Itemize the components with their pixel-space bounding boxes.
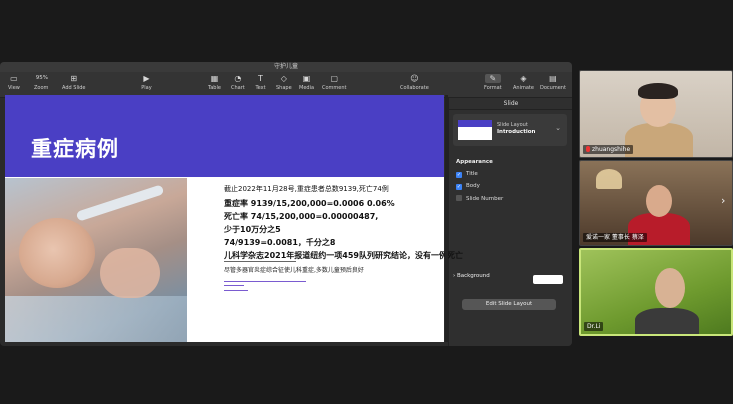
- window-title: 守护儿童: [0, 62, 572, 72]
- screen: 守护儿童 ▭ View 95% Zoom ⊞ Add Slide ▶ Play …: [0, 0, 733, 404]
- slide-layout-value: Introduction: [497, 129, 536, 135]
- fine-print-line: [224, 261, 296, 262]
- chevron-right-icon: ›: [453, 273, 456, 279]
- zoom-value: 95%: [35, 75, 48, 81]
- body-checkbox[interactable]: ✓ Body: [456, 183, 480, 190]
- checkmark-icon: ✓: [456, 172, 462, 178]
- chevron-down-icon: ⌄: [555, 124, 561, 132]
- appearance-heading: Appearance: [456, 159, 493, 165]
- slide-text-line: 少于10万分之5: [224, 225, 281, 234]
- zoom-control[interactable]: 95% Zoom: [34, 74, 48, 91]
- participant-video-1[interactable]: zhuangshihe: [579, 70, 733, 158]
- shape-icon: ◇: [280, 74, 287, 83]
- inspector-panel: Slide Slide Layout Introduction ⌄ Appear…: [448, 98, 572, 346]
- slide-canvas[interactable]: 重症病例 截止2022年11月28号,重症患者总数9139,死亡74例 重症率 …: [5, 95, 463, 342]
- add-slide-icon: ⊞: [70, 74, 78, 83]
- chart-icon: ◔: [234, 74, 242, 83]
- lamp: [596, 169, 622, 189]
- format-button[interactable]: ✎ Format: [484, 74, 502, 91]
- slide-layout-label: Slide Layout: [497, 122, 528, 128]
- title-checkbox[interactable]: ✓ Title: [456, 171, 478, 178]
- slide-text-line: 74/9139=0.0081，千分之8: [224, 238, 336, 247]
- chevron-right-icon[interactable]: ›: [721, 194, 725, 207]
- media-button[interactable]: ▣ Media: [299, 74, 314, 91]
- slide-number-checkbox[interactable]: Slide Number: [456, 195, 503, 202]
- slide-title[interactable]: 重症病例: [31, 133, 119, 163]
- shape-button[interactable]: ◇ Shape: [276, 74, 292, 91]
- canvas-scrollbar[interactable]: [445, 95, 448, 342]
- slide-layout-picker[interactable]: Slide Layout Introduction ⌄: [453, 114, 567, 146]
- add-slide-button[interactable]: ⊞ Add Slide: [62, 74, 85, 91]
- microphone-muted-icon: [586, 146, 590, 152]
- animate-icon: ◈: [520, 74, 527, 83]
- sidebar-icon: ▭: [10, 74, 18, 83]
- text-button[interactable]: T Text: [255, 74, 266, 91]
- slide-text-line: 尽管多器官炎症综合征使儿科重症,多数儿童预后良好: [224, 267, 364, 274]
- document-icon: ▤: [549, 74, 557, 83]
- slide-text-line: 死亡率 74/15,200,000=0.00000487,: [224, 212, 379, 221]
- text-icon: T: [258, 74, 263, 83]
- animate-button[interactable]: ◈ Animate: [513, 74, 534, 91]
- participant-video-2[interactable]: 爱诺一家 董事长 蔡泽: [579, 160, 733, 246]
- slide-text-line: 儿科学杂志2021年报道纽约一项459队列研究结论，没有一例死亡: [224, 251, 463, 260]
- document-button[interactable]: ▤ Document: [540, 74, 566, 91]
- media-icon: ▣: [302, 74, 311, 83]
- participant-name-label: Dr.Li: [584, 322, 604, 331]
- participant-name-label: zhuangshihe: [583, 145, 634, 154]
- collaborate-button[interactable]: ☺ Collaborate: [400, 74, 429, 91]
- play-button[interactable]: ▶ Play: [141, 74, 152, 91]
- slide-text-line: 截止2022年11月28号,重症患者总数9139,死亡74例: [224, 185, 389, 193]
- comment-button[interactable]: ▢ Comment: [322, 74, 347, 91]
- reference-link-line: [224, 281, 306, 282]
- edit-slide-layout-button[interactable]: Edit Slide Layout: [462, 299, 556, 310]
- collaborate-icon: ☺: [410, 74, 419, 83]
- layout-thumbnail: [458, 120, 492, 140]
- paintbrush-icon: ✎: [484, 74, 501, 83]
- background-color-well[interactable]: [533, 275, 563, 284]
- table-button[interactable]: ▦ Table: [208, 74, 221, 91]
- reference-link-line: [224, 285, 244, 286]
- table-icon: ▦: [210, 74, 219, 83]
- checkmark-icon: ✓: [456, 184, 462, 190]
- play-icon: ▶: [143, 74, 150, 83]
- reference-link-line: [224, 290, 248, 291]
- checkbox-empty-icon: [456, 195, 462, 201]
- view-button[interactable]: ▭ View: [8, 74, 20, 91]
- comment-icon: ▢: [330, 74, 339, 83]
- patient-photo[interactable]: [5, 178, 187, 342]
- chart-button[interactable]: ◔ Chart: [231, 74, 245, 91]
- participant-name-label: 爱诺一家 董事长 蔡泽: [583, 233, 647, 242]
- tab-slide[interactable]: Slide: [449, 98, 572, 110]
- slide-text-line: 重症率 9139/15,200,000=0.0006 0.06%: [224, 199, 395, 208]
- participant-video-3-active-speaker[interactable]: Dr.Li: [579, 248, 733, 336]
- background-disclosure[interactable]: › Background: [453, 273, 490, 279]
